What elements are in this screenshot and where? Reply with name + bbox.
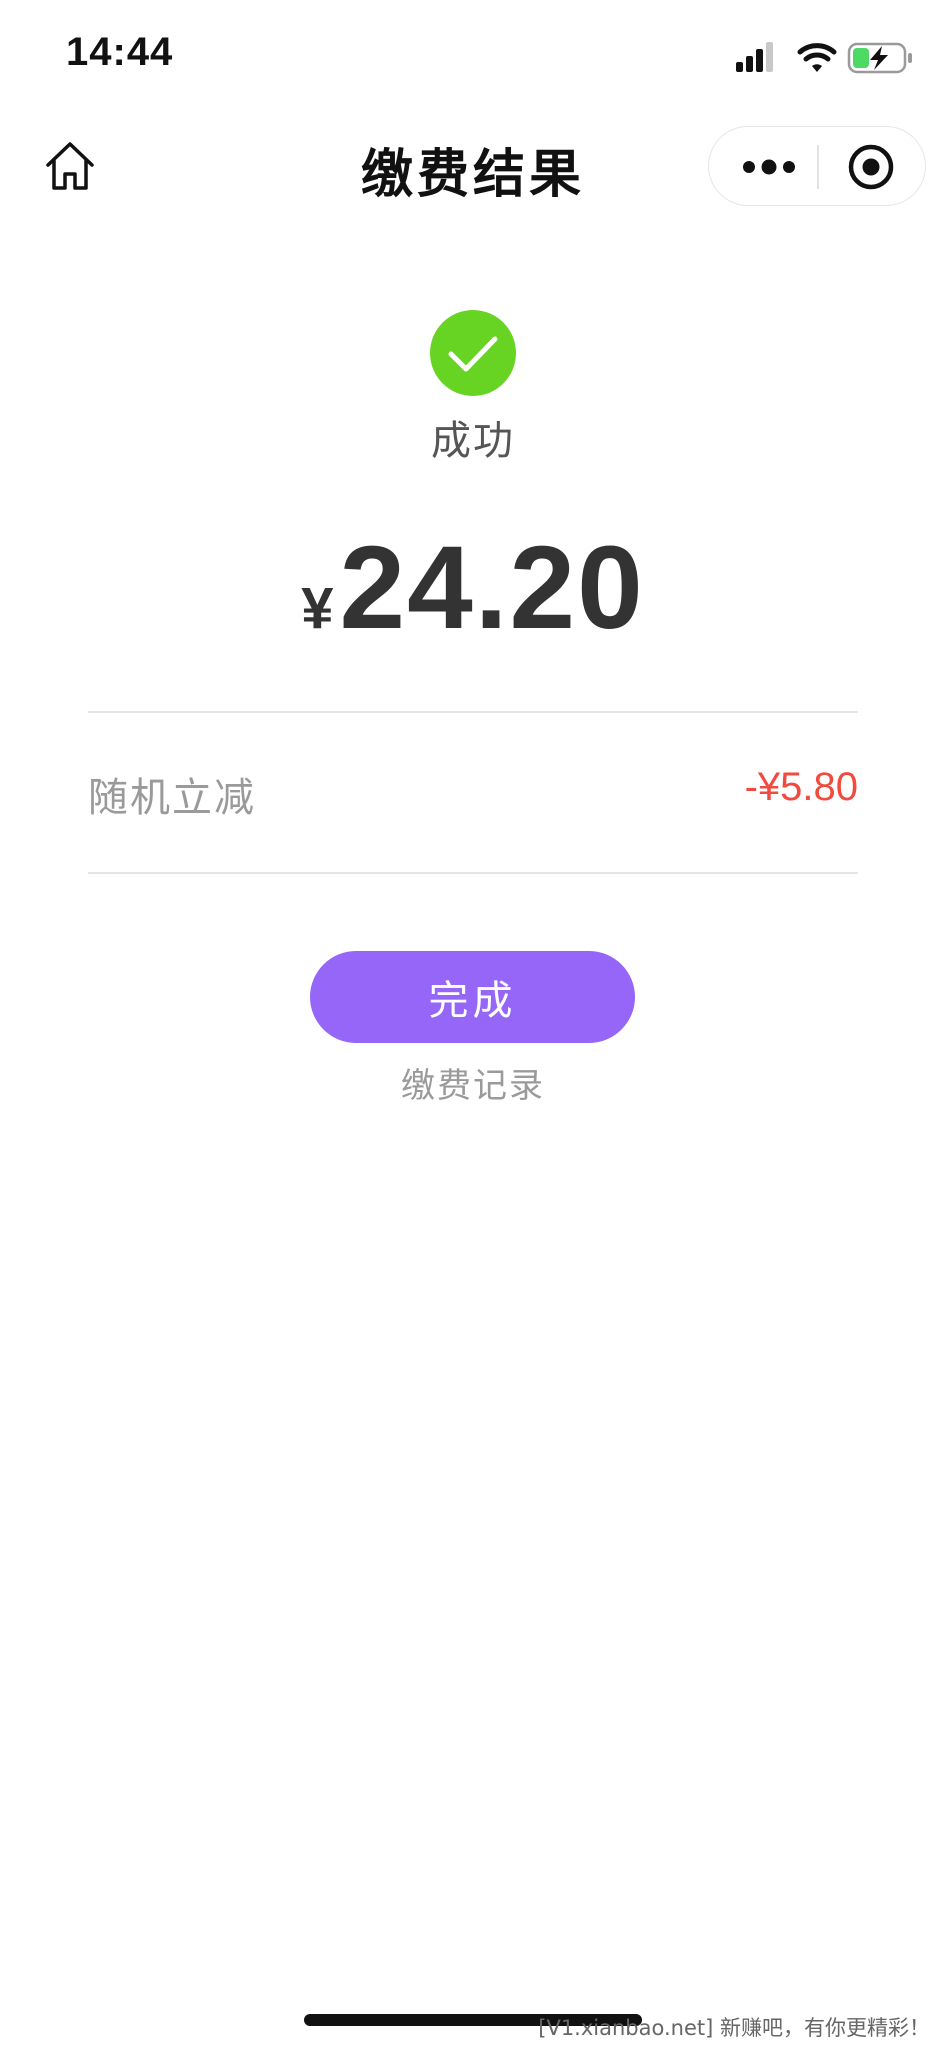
battery-charging-icon [847,42,912,74]
status-time: 14:44 [66,30,174,74]
status-icons [736,42,912,74]
currency-symbol: ¥ [301,576,334,641]
target-icon[interactable] [847,143,895,191]
done-button[interactable]: 完成 [310,951,635,1043]
amount-value: 24.20 [339,522,645,654]
divider-bottom [88,872,858,874]
check-circle-icon [430,310,516,396]
divider-top [88,711,858,713]
capsule-divider [817,145,819,189]
more-icon[interactable] [741,147,797,187]
status-text: 成功 [431,418,515,464]
signal-icon [736,42,773,72]
menu-capsule [708,126,926,206]
watermark-text: [V1.xianbao.net] 新赚吧，有你更精彩！ [538,2016,930,2040]
wifi-icon [797,43,837,72]
discount-value: -¥5.80 [744,765,858,809]
paid-amount: ¥24.20 [0,520,946,656]
payment-records-link[interactable]: 缴费记录 [0,1058,946,1107]
discount-label: 随机立减 [88,775,256,821]
